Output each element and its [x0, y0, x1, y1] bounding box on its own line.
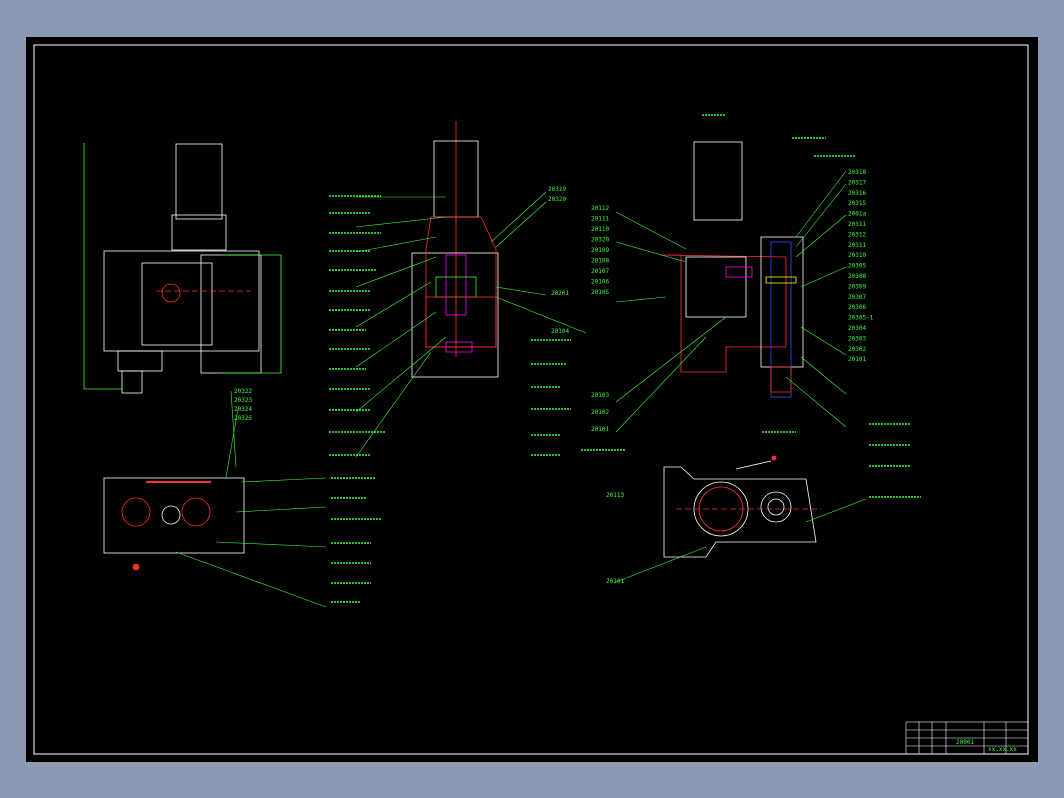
- callout-label: 20303: [848, 335, 866, 342]
- callout-label: 20113: [606, 492, 624, 499]
- title-block-cell: xx.xx.xx: [988, 746, 1017, 753]
- callout-label: 20311: [848, 221, 866, 228]
- view-plan-left: [103, 477, 245, 571]
- callout-label: 20323: [234, 397, 252, 404]
- callout-label: 20304: [848, 325, 866, 332]
- callout-label: 20317: [848, 179, 866, 186]
- callout-label: 20315: [848, 200, 866, 207]
- callout-label: 20308: [848, 273, 866, 280]
- motor-icon: [693, 141, 743, 221]
- callout-label: 20110: [591, 226, 609, 233]
- motor-icon: [175, 143, 223, 220]
- callout-label: 20316: [848, 190, 866, 197]
- callout-label: 20320: [548, 196, 566, 203]
- callout-label: 20106: [591, 279, 609, 286]
- callout-label: 20318: [848, 169, 866, 176]
- callout-label: 20302: [848, 346, 866, 353]
- callout-label: 20319: [548, 186, 566, 193]
- callout-label: 2001a: [848, 211, 866, 218]
- callout-labels: 20319 20320 20201 20104 20112 20111 20110 20320…: [234, 169, 874, 585]
- gear-icon: [121, 497, 151, 527]
- callout-label: 20310: [848, 252, 866, 259]
- callout-label: 20107: [591, 268, 609, 275]
- callout-label: 20109: [591, 247, 609, 254]
- callout-label: 20102: [591, 409, 609, 416]
- callout-label: 20111: [591, 216, 609, 223]
- callout-label: 20101: [848, 356, 866, 363]
- view-plan-right: [663, 455, 821, 558]
- callout-label: 20103: [591, 392, 609, 399]
- view-front-elevation: [83, 143, 282, 394]
- annotation-text-blocks: [329, 114, 921, 603]
- drawing-number: 20001: [956, 739, 974, 746]
- callout-label: 20309: [848, 283, 866, 290]
- callout-label: 20311: [848, 242, 866, 249]
- callout-label: 20320: [591, 237, 609, 244]
- callout-label: 20307: [848, 294, 866, 301]
- callout-label: 20324: [234, 406, 252, 413]
- sheet-border: [33, 44, 1029, 755]
- callout-label: 20112: [591, 205, 609, 212]
- callout-label: 20104: [551, 328, 569, 335]
- callout-label: 20325: [234, 415, 252, 422]
- callout-label: 20201: [551, 290, 569, 297]
- gear-icon: [181, 497, 211, 527]
- drawing-sheet: 20319 20320 20201 20104 20112 20111 20110 20320…: [26, 37, 1038, 762]
- callout-label: 20306: [848, 304, 866, 311]
- callout-label: 20105: [591, 289, 609, 296]
- callout-label: 20312: [848, 231, 866, 238]
- handwheel-icon: [771, 455, 777, 461]
- callout-label: 20101: [591, 426, 609, 433]
- callout-label: 20305: [848, 263, 866, 270]
- view-right-section: [660, 141, 804, 398]
- callout-label: 20322: [234, 388, 252, 395]
- callout-label: 20101: [606, 578, 624, 585]
- callout-label: 20108: [591, 258, 609, 265]
- leader-lines: [175, 170, 867, 608]
- callout-label: 20305-1: [848, 315, 874, 322]
- handwheel-icon: [132, 563, 140, 571]
- view-center-section: [411, 121, 499, 378]
- cad-drawing: 20319 20320 20201 20104 20112 20111 20110 20320…: [33, 44, 1029, 755]
